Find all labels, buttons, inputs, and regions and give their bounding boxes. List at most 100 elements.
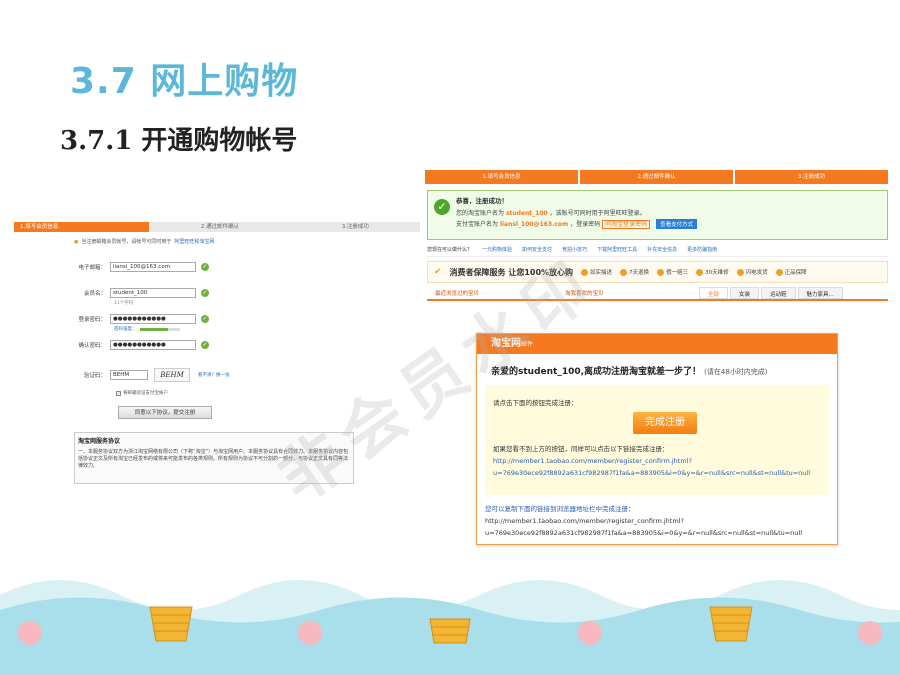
register-tip: ● 当注册邮箱会员帐号，请帐号可同时用于 阿里旺旺和淘宝网 bbox=[74, 238, 420, 246]
agreement-box: 淘宝网服务协议 一、本服务协议双方为浙江淘宝网络有限公司（下称“淘宝”）与淘宝网… bbox=[74, 432, 354, 484]
registration-success-screenshot: 1.填写会员信息 2.通过邮件确认 3.注册成功 ✓ 恭喜，注册成功！ 您的淘宝… bbox=[425, 170, 890, 330]
badge-icon bbox=[581, 268, 589, 276]
badge-icon bbox=[620, 268, 628, 276]
guarantee-banner: ✔ 消费者保障服务 让您100%放心购 如实描述 7天退换 假一赔三 30天维修… bbox=[427, 261, 888, 283]
captcha-row: 验证码： BEHM BEHM 看不清？换一张 bbox=[14, 368, 274, 382]
email-confirm-box: 请点击下面的按钮完成注册： 完成注册 如果您看不到上方的按钮，同样可以点击以下链… bbox=[485, 385, 829, 495]
tab-womens[interactable]: 女装 bbox=[730, 287, 760, 299]
check-icon: ✓ bbox=[201, 263, 209, 271]
fallback-text: 如果您看不到上方的按钮，同样可以点击以下链接完成注册： bbox=[493, 445, 669, 453]
slide-title: 3.7 网上购物 bbox=[70, 61, 299, 102]
link-item[interactable]: 一元购物体验 bbox=[482, 246, 512, 253]
guarantee-item-label: 如实描述 bbox=[590, 270, 613, 276]
confirm-password-row: 确认密码： ●●●●●●●●●●● ✓ bbox=[14, 340, 244, 350]
basket-icon bbox=[429, 618, 471, 644]
step-3: 3.注册成功 bbox=[284, 222, 420, 232]
username-hint: 11个字符 bbox=[114, 301, 134, 306]
guarantee-item-label: 假一赔三 bbox=[666, 270, 689, 276]
confirm-link-line2[interactable]: u=769e30ece92f8892a631cf982987f1fa&a=883… bbox=[493, 469, 810, 477]
quick-links: 您现在可以做什么？ 一元购物体验 如何安全支付 竞拍小技巧 下载阿里旺旺工具 补… bbox=[427, 246, 888, 257]
alipay-line-suffix: ，登录密码 bbox=[570, 221, 601, 228]
view-payment-button[interactable]: 查看支付方式 bbox=[656, 219, 698, 229]
guarantee-item[interactable]: 闪电发货 bbox=[736, 268, 768, 276]
alipay-checkbox[interactable]: ✓ bbox=[116, 390, 121, 396]
confirm-password-label: 确认密码： bbox=[78, 343, 106, 349]
guarantee-item[interactable]: 30天维修 bbox=[696, 268, 729, 276]
slide-subtitle: 3.7.1 开通购物帐号 bbox=[60, 126, 298, 156]
alipay-checkbox-label: 将邮箱验证支付宝帐户 bbox=[123, 391, 168, 396]
guarantee-title: 消费者保障服务 让您100%放心购 bbox=[449, 267, 574, 277]
step-3: 3.注册成功 bbox=[735, 170, 890, 184]
link-item[interactable]: 竞拍小技巧 bbox=[562, 246, 587, 253]
check-icon: ✓ bbox=[201, 289, 209, 297]
confirm-password-field[interactable]: ●●●●●●●●●●● bbox=[110, 340, 196, 350]
guarantee-item-label: 闪电发货 bbox=[745, 270, 768, 276]
guarantee-item[interactable]: 正品保障 bbox=[775, 268, 807, 276]
copy-text: 您可以复制下面的链接到浏览器地址栏中完成注册： bbox=[485, 505, 635, 513]
taobao-logo: 淘宝网 bbox=[491, 338, 521, 349]
link-item[interactable]: 如何安全支付 bbox=[522, 246, 552, 253]
guarantee-item[interactable]: 如实描述 bbox=[581, 268, 612, 276]
alipay-line-prefix: 支付宝账户名为 bbox=[456, 221, 499, 228]
copy-link-line1: http://member1.taobao.com/member/registe… bbox=[485, 517, 684, 525]
tip-link[interactable]: 阿里旺旺和淘宝网 bbox=[174, 238, 214, 245]
confirm-link-line1[interactable]: http://member1.taobao.com/member/registe… bbox=[493, 457, 692, 465]
account-line-suffix: ，该账号可同时用于阿里旺旺登录。 bbox=[549, 210, 646, 217]
password-strength: 密码强度： bbox=[114, 326, 180, 332]
complete-registration-button[interactable]: 完成注册 bbox=[633, 412, 697, 434]
captcha-refresh-link[interactable]: 看不清？换一张 bbox=[198, 372, 230, 378]
email-label: 电子邮箱： bbox=[78, 265, 106, 271]
username-field[interactable]: student_100 bbox=[110, 288, 196, 298]
account-line-prefix: 您的淘宝账户名为 bbox=[456, 210, 505, 217]
badge-icon bbox=[775, 268, 783, 276]
email-header: 淘宝网邮件 bbox=[477, 334, 837, 354]
thumbs-up-icon: ✔ bbox=[434, 267, 442, 277]
alipay-checkbox-row: ✓ 将邮箱验证支付宝帐户 bbox=[116, 390, 168, 396]
password-row: 登录密码： ●●●●●●●●●●● ✓ bbox=[14, 314, 244, 324]
email-row: 电子邮箱： liansl_100@163.com ✓ bbox=[14, 262, 244, 272]
step-1: 1.填写会员信息 bbox=[425, 170, 580, 184]
email-instruction: 请点击下面的按钮完成注册： bbox=[493, 399, 578, 407]
submit-register-button[interactable]: 同意以下协议，提交注册 bbox=[118, 406, 212, 419]
check-icon: ✓ bbox=[201, 341, 209, 349]
basket-icon bbox=[709, 606, 753, 642]
guarantee-item[interactable]: 7天退换 bbox=[620, 268, 649, 276]
success-check-icon: ✓ bbox=[434, 199, 450, 215]
recent-items-label: 最近浏览过的宝贝 bbox=[435, 291, 480, 297]
email-field[interactable]: liansl_100@163.com bbox=[110, 262, 196, 272]
badge-icon bbox=[657, 268, 665, 276]
link-item[interactable]: 补充安全信息 bbox=[647, 246, 677, 253]
favorite-items-label: 淘我喜欢的宝贝 bbox=[565, 291, 604, 297]
links-heading: 您现在可以做什么？ bbox=[427, 247, 473, 253]
email-title-note: (请在48小时内完成) bbox=[704, 368, 768, 376]
tab-sport-shoes[interactable]: 运动鞋 bbox=[761, 287, 796, 299]
check-icon: ✓ bbox=[201, 315, 209, 323]
agreement-text: 一、本服务协议双方为浙江淘宝网络有限公司（下称“淘宝”）与淘宝网用户。本服务协议… bbox=[78, 449, 349, 469]
step-2: 2.通过邮件确认 bbox=[149, 222, 285, 232]
username-row: 会员名： student_100 ✓ bbox=[14, 288, 244, 298]
captcha-image: BEHM bbox=[154, 368, 190, 382]
success-box: ✓ 恭喜，注册成功！ 您的淘宝账户名为 student_100 ，该账号可同时用… bbox=[427, 190, 888, 240]
captcha-field[interactable]: BEHM bbox=[110, 370, 148, 380]
registration-steps: 1.填写会员信息 2.通过邮件确认 3.注册成功 bbox=[14, 222, 420, 232]
tab-all[interactable]: 全部 bbox=[699, 287, 729, 299]
badge-icon bbox=[696, 268, 704, 276]
password-label: 登录密码： bbox=[78, 317, 106, 323]
link-item[interactable]: 下载阿里旺旺工具 bbox=[597, 246, 637, 253]
copy-link-line2: u=769e30ece92f8892a631cf982987f1fa&a=883… bbox=[485, 529, 803, 537]
password-field[interactable]: ●●●●●●●●●●● bbox=[110, 314, 196, 324]
link-item[interactable]: 更多防骗指南 bbox=[687, 246, 717, 253]
guarantee-item-label: 正品保障 bbox=[784, 270, 807, 276]
email-brand-sub: 邮件 bbox=[521, 341, 534, 348]
email-title: 亲爱的student_100,离成功注册淘宝就差一步了！ (请在48小时内完成) bbox=[491, 364, 837, 377]
confirmation-email: 淘宝网邮件 亲爱的student_100,离成功注册淘宝就差一步了！ (请在48… bbox=[476, 333, 838, 545]
step-1: 1.填写会员信息 bbox=[14, 222, 150, 232]
password-tag: 同淘宝登录密码 bbox=[602, 220, 651, 229]
pink-dot bbox=[298, 621, 322, 645]
email-footer: 您可以复制下面的链接到浏览器地址栏中完成注册： http://member1.t… bbox=[485, 503, 837, 539]
tab-furniture[interactable]: 魅力家具... bbox=[797, 287, 843, 299]
account-line: 您的淘宝账户名为 student_100 ，该账号可同时用于阿里旺旺登录。 bbox=[456, 208, 887, 217]
success-steps: 1.填写会员信息 2.通过邮件确认 3.注册成功 bbox=[425, 170, 890, 184]
strength-bar bbox=[139, 327, 180, 331]
guarantee-item[interactable]: 假一赔三 bbox=[657, 268, 688, 276]
